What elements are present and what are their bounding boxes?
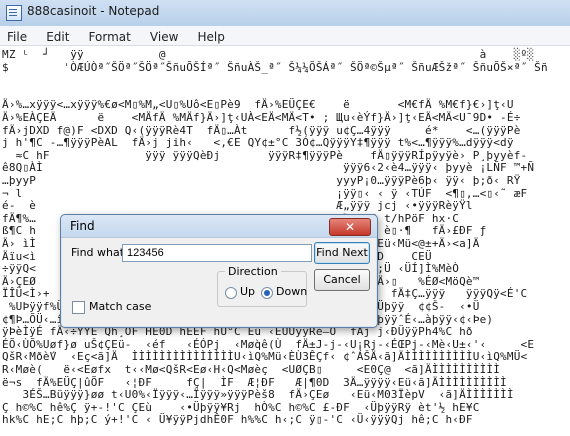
title-bar[interactable]: 888casinoit - Notepad: [0, 0, 570, 27]
text-line: R‹Møè( ë‹<Eøfx t‹‹Mø<QšR<Eø‹H‹Q<Møèç <UØ…: [2, 363, 501, 376]
text-line: fÄ›jDXD f@)F <DXD Q‹(ÿÿÿRè4T fÄ▯…Àt f½(ÿ…: [2, 123, 521, 137]
menu-bar: File Edit Format View Help: [0, 26, 570, 46]
match-case-checkbox[interactable]: [72, 301, 85, 314]
find-dialog-body: Find what: 123456 Find Next Cancel Direc…: [62, 238, 376, 326]
text-line: é- è Æ„ÿÿÿ jcj ‹•ÿÿÿRèÿŸl: [2, 199, 473, 213]
window-title: 888casinoit - Notepad: [27, 4, 160, 18]
menu-view[interactable]: View: [143, 28, 185, 46]
text-line: $ ˈÒÆÚÒª˝ŠÖª˝ŠÖª˝ŠñuÕŠÍª˝ ŠñuÀŠ_ª˝ Š¼¼ÕŠ…: [2, 60, 548, 74]
text-line: …þyyP yyyP¡0…ÿÿÿPè6þ‹ ÿÿ‹ þ;ð‹ RŸ: [2, 174, 521, 187]
match-case-label: Match case: [89, 300, 152, 313]
find-what-label: Find what:: [71, 246, 128, 259]
text-line: MZ ᴸ ┘ ÿÿ @ à ░º░: [2, 48, 535, 61]
down-label: Down: [276, 285, 308, 298]
find-dialog-title-bar[interactable]: Find ✕: [61, 215, 377, 238]
up-radio[interactable]: [225, 287, 237, 299]
up-label: Up: [240, 285, 256, 298]
text-line: QšR‹Mðè́V ‹Eç<ã]Ä ÌÌÌÌÌÌÌÌÌÌÌÌÌÌÌU‹ìQ%Mü…: [2, 350, 528, 364]
find-dialog: Find ✕ Find what: 123456 Find Next Cance…: [60, 214, 378, 328]
down-radio[interactable]: [261, 287, 273, 299]
text-line: ê8Q▯ÀÌ ÿÿÿ6‹2‹è4…ÿÿÿ‹ þyyè ¡LÑF ™+Ñ: [2, 161, 535, 175]
find-next-button[interactable]: Find Next: [314, 242, 370, 264]
close-icon[interactable]: ✕: [329, 218, 371, 236]
text-line: Ä›%EÀÇEÄ ë <MÄfÄ %MÄf}Ä›]ţ‹UÀ<EÄ<MÄ<T• ;…: [2, 111, 521, 124]
menu-edit[interactable]: Edit: [39, 28, 76, 46]
text-line: Ä›%…xÿÿÿ<…xÿÿÿ%€ø<M▯%M„<U▯%Uô<E▯Pè9 fÄ›%…: [2, 98, 514, 112]
text-line: ≈C hF ÿÿÿ ÿÿÿQèÐj ÿÿÿR‡¶ÿÿÿPè fÄ▯ÿÿÿRÍpÿ…: [2, 148, 528, 162]
text-line: ë¬s fÄ%EÜÇ|ûÕF ‹¦ÐF fÇ| ÌF Æ¦ÐF Æ|¶0D 3Ä…: [2, 375, 507, 389]
text-line: ¬ l ¡ÿÿ▯‹ ‹ ÿ ‹TÚF <¶▯,…<▯‹˜ æF: [2, 186, 528, 200]
text-line: ÉÕ‹ÙÕ%Uøf}ø uŠ¢ÇEü- ‹éf ‹ÉÓPj ‹Møq̀ê(Ù f…: [2, 337, 535, 351]
text-line: Ç h©%C hê%Ç ÿ+-!'C ÇEù ‹•Üþÿÿ¥Rj hÒ%C h©…: [2, 400, 480, 414]
text-line: 3ÉŠ…Büÿÿÿ}øø t‹U0%‹Ïÿÿÿ‹…Ïÿÿÿ»ÿÿÿPèš8 fÄ…: [2, 388, 514, 402]
direction-label: Direction: [225, 265, 281, 278]
notepad-icon: [6, 5, 22, 21]
menu-file[interactable]: File: [0, 28, 34, 46]
find-dialog-title: Find: [70, 219, 95, 233]
menu-help[interactable]: Help: [191, 28, 232, 46]
notepad-window: 888casinoit - Notepad File Edit Format V…: [0, 0, 570, 436]
menu-format[interactable]: Format: [82, 28, 138, 46]
text-line: hk%C hE;C hþ;C ý+!'C ‹ Ü¥ÿÿPjdhÊ0F h%%C …: [2, 413, 473, 427]
text-line: j h'¶C -…¶ÿÿÿPèAL fÄ›j jih‹ <,€E QY¢±°C …: [2, 136, 514, 150]
find-what-input[interactable]: 123456: [122, 244, 312, 262]
cancel-button[interactable]: Cancel: [314, 269, 370, 291]
